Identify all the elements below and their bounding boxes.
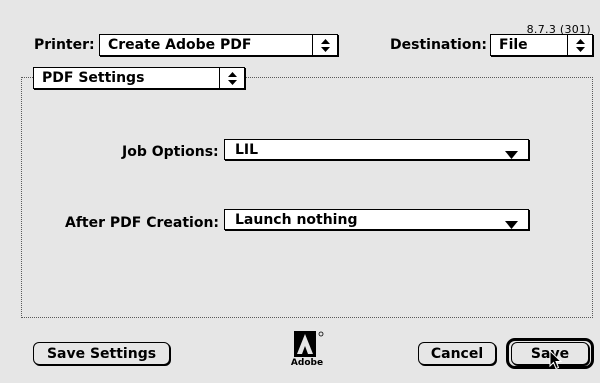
- printer-popup-value: Create Adobe PDF: [108, 37, 252, 53]
- after-creation-dropdown[interactable]: Launch nothing: [224, 209, 529, 230]
- destination-popup-value: File: [499, 37, 528, 53]
- job-options-dropdown[interactable]: LIL: [224, 139, 529, 160]
- after-creation-label: After PDF Creation:: [65, 215, 220, 231]
- cancel-button[interactable]: Cancel: [418, 342, 496, 365]
- printer-label: Printer:: [34, 37, 95, 53]
- job-options-value: LIL: [235, 142, 259, 158]
- panel-popup[interactable]: PDF Settings: [33, 67, 245, 89]
- after-creation-value: Launch nothing: [235, 212, 358, 228]
- panel-popup-value: PDF Settings: [42, 70, 145, 86]
- up-down-arrows-icon: [219, 68, 244, 88]
- job-options-label: Job Options:: [122, 144, 219, 160]
- adobe-logo-word: Adobe: [290, 358, 324, 368]
- triangle-down-icon: [505, 217, 518, 233]
- printer-popup[interactable]: Create Adobe PDF: [99, 34, 338, 56]
- arrow-cursor-icon: [549, 349, 563, 374]
- destination-label: Destination:: [390, 37, 488, 53]
- adobe-logo: Adobe: [289, 331, 325, 373]
- up-down-arrows-icon: [312, 35, 337, 55]
- save-settings-button[interactable]: Save Settings: [33, 342, 170, 365]
- triangle-down-icon: [505, 147, 518, 163]
- up-down-arrows-icon: [567, 35, 592, 55]
- settings-group-box: [21, 77, 593, 318]
- destination-popup[interactable]: File: [490, 34, 593, 56]
